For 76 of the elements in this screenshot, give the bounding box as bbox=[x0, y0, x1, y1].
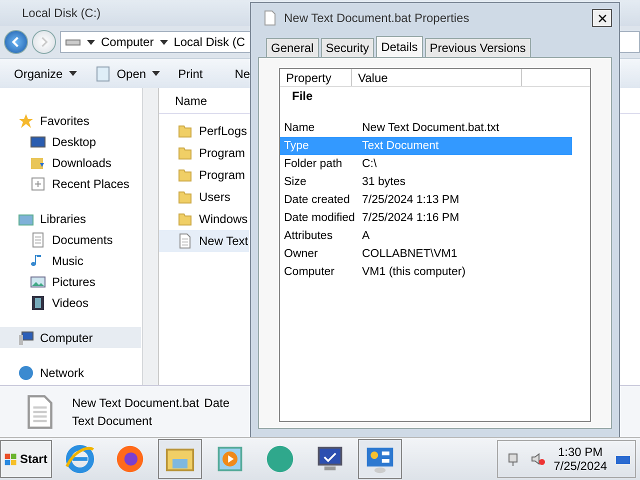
navigation-item[interactable]: Favorites bbox=[0, 110, 141, 131]
caret-icon bbox=[87, 40, 95, 44]
property-row[interactable]: Folder path C:\ bbox=[280, 155, 572, 173]
property-row[interactable]: Size 31 bytes bbox=[280, 173, 572, 191]
navigation-item[interactable]: Network bbox=[0, 362, 141, 383]
property-row[interactable]: Date created 7/25/2024 1:13 PM bbox=[280, 191, 572, 209]
taskbar-app-button[interactable] bbox=[358, 439, 402, 479]
file-item[interactable]: Windows bbox=[159, 208, 249, 230]
toolbar-button[interactable]: Ne bbox=[234, 66, 250, 80]
caret-icon bbox=[68, 71, 77, 76]
column-header[interactable]: Property bbox=[280, 69, 352, 86]
folder-icon bbox=[177, 145, 193, 161]
property-row[interactable]: Attributes A bbox=[280, 227, 572, 245]
toolbar-button[interactable]: Organize bbox=[14, 66, 77, 80]
navigation-item[interactable]: Computer bbox=[0, 327, 141, 348]
navigation-item[interactable]: Music bbox=[0, 250, 141, 271]
play-icon bbox=[215, 444, 245, 474]
close-icon bbox=[596, 12, 608, 24]
close-button[interactable] bbox=[592, 9, 612, 27]
tab[interactable]: General bbox=[266, 38, 319, 57]
folder-icon bbox=[177, 167, 193, 183]
start-button[interactable]: Start bbox=[0, 440, 52, 478]
breadcrumb-item[interactable]: Local Disk (C bbox=[174, 35, 246, 49]
file-item[interactable]: New Text bbox=[159, 230, 249, 252]
column-header[interactable]: Value bbox=[352, 69, 522, 86]
tab[interactable]: Security bbox=[320, 38, 374, 57]
navigation-item[interactable]: Desktop bbox=[0, 131, 141, 152]
document-icon bbox=[262, 10, 278, 26]
windows-flag-icon bbox=[4, 452, 18, 466]
folder-icon bbox=[177, 189, 193, 205]
breadcrumb-item[interactable]: Computer bbox=[101, 35, 154, 49]
group-heading: File bbox=[291, 88, 314, 105]
navigation-item[interactable]: Downloads bbox=[0, 152, 141, 173]
back-button[interactable] bbox=[4, 30, 28, 54]
dialog-title: New Text Document.bat Properties bbox=[284, 11, 470, 25]
property-row[interactable]: Computer VM1 (this computer) bbox=[280, 263, 572, 281]
column-header[interactable]: Name bbox=[175, 94, 208, 108]
detail-label: Date bbox=[204, 396, 230, 410]
property-row[interactable]: Owner COLLABNET\VM1 bbox=[280, 245, 572, 263]
file-item[interactable]: Program bbox=[159, 164, 249, 186]
notepad-icon bbox=[94, 66, 111, 82]
folder-icon bbox=[177, 123, 193, 139]
toolbar-button[interactable]: Open bbox=[94, 66, 160, 82]
property-row[interactable]: Name New Text Document.bat.txt bbox=[280, 119, 572, 137]
caret-icon bbox=[160, 40, 168, 44]
toolbar-button[interactable]: Print bbox=[178, 66, 217, 80]
folder-icon bbox=[177, 211, 193, 227]
caret-icon bbox=[152, 71, 160, 76]
navigation-item[interactable]: Pictures bbox=[0, 271, 141, 292]
sphere-icon bbox=[265, 444, 295, 474]
file-type: Text Document bbox=[72, 414, 152, 428]
forward-button[interactable] bbox=[32, 30, 56, 54]
picture-icon bbox=[30, 274, 46, 290]
document-icon bbox=[177, 233, 193, 249]
monitor-icon bbox=[30, 134, 46, 150]
navigation-item[interactable]: Documents bbox=[0, 229, 141, 250]
speaker-muted-icon bbox=[530, 451, 546, 467]
star-icon bbox=[18, 112, 34, 128]
file-item[interactable]: Users bbox=[159, 186, 249, 208]
navigation-item[interactable]: Libraries bbox=[0, 208, 141, 229]
file-item[interactable]: PerfLogs bbox=[159, 120, 249, 142]
file-name: New Text Document.bat bbox=[72, 396, 200, 410]
letter-e-icon bbox=[65, 444, 95, 474]
film-icon bbox=[30, 294, 46, 310]
scrollbar[interactable] bbox=[142, 88, 158, 385]
document-icon bbox=[30, 232, 46, 248]
tab[interactable]: Previous Versions bbox=[424, 38, 531, 57]
window-title: Local Disk (C:) bbox=[22, 6, 101, 20]
computer-icon bbox=[18, 330, 34, 346]
tab[interactable]: Details bbox=[376, 36, 423, 57]
clock[interactable]: 1:30 PM 7/25/2024 bbox=[554, 445, 607, 473]
taskbar-app-button[interactable] bbox=[158, 439, 202, 479]
navigation-item[interactable]: Videos bbox=[0, 292, 141, 313]
navigation-item[interactable]: Recent Places bbox=[0, 173, 141, 194]
file-item[interactable]: Program bbox=[159, 142, 249, 164]
property-row[interactable]: Date modified 7/25/2024 1:16 PM bbox=[280, 209, 572, 227]
